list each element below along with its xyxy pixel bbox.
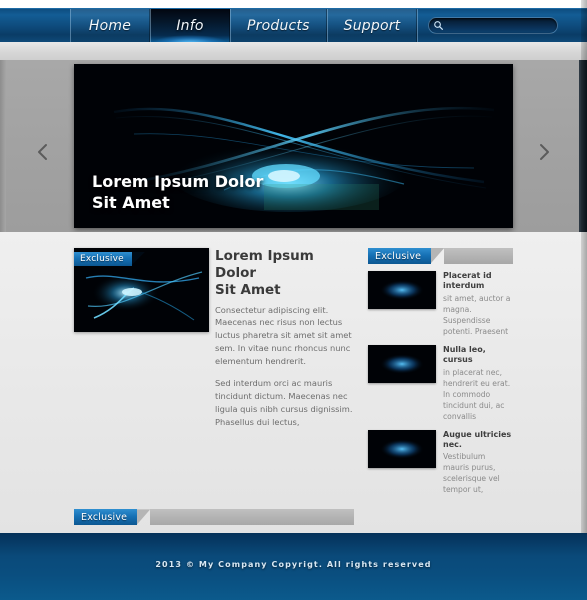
nav-item-products[interactable]: Products	[230, 9, 327, 42]
hero-title: Lorem Ipsum Dolor Sit Amet	[92, 171, 263, 214]
sidebar-ribbon: Exclusive	[368, 248, 513, 264]
feature-row: Exclusive Lorem Ipsum Dolor Sit Amet Con…	[74, 248, 513, 503]
feature-title-line1: Lorem Ipsum Dolor	[215, 248, 314, 281]
section-ribbon-label: Exclusive	[74, 509, 138, 526]
list-item[interactable]: Nulla leo, cursus in placerat nec, hendr…	[368, 344, 513, 422]
nav-item-support[interactable]: Support	[326, 9, 418, 42]
search-box[interactable]	[428, 17, 573, 34]
top-white-strip	[0, 0, 587, 8]
feature-title: Lorem Ipsum Dolor Sit Amet	[215, 248, 354, 299]
footer-copyright: 2013 © My Company Copyrigt. All rights r…	[155, 560, 432, 569]
feature-paragraph-1: Consectetur adipiscing elit. Maecenas ne…	[215, 304, 352, 367]
exclusive-badge: Exclusive	[74, 252, 145, 266]
sidebar-item-text: Augue ultricies nec. Vestibulum mauris p…	[443, 430, 513, 496]
page-root: Home Info Products Support Lorem Ipsum D…	[0, 0, 587, 600]
chevron-right-icon	[540, 144, 549, 160]
sidebar-ribbon-label: Exclusive	[368, 248, 432, 264]
hero-title-line1: Lorem Ipsum Dolor	[92, 171, 264, 191]
feature-thumbnail[interactable]: Exclusive	[74, 248, 209, 332]
slider-left-edge	[0, 60, 6, 232]
list-item[interactable]: Augue ultricies nec. Vestibulum mauris p…	[368, 429, 513, 496]
list-item[interactable]: Placerat id interdum sit amet, auctor a …	[368, 271, 513, 337]
sidebar-thumbnail[interactable]	[368, 344, 436, 383]
page-right-edge	[581, 0, 587, 533]
nav-shadow-band	[0, 42, 587, 60]
nav-left-spacer	[0, 9, 70, 42]
section-ribbon: Exclusive	[74, 509, 354, 526]
sidebar-item-title: Nulla leo, cursus	[443, 344, 486, 365]
exclusive-sidebar: Exclusive Placerat id interdum sit amet,…	[368, 248, 513, 503]
nav-item-info[interactable]: Info	[150, 9, 230, 42]
feature-paragraph-2: Sed interdum orci ac mauris tincidunt di…	[215, 377, 353, 427]
sidebar-item-title: Augue ultricies nec.	[443, 429, 512, 449]
search-icon	[434, 21, 444, 30]
main-navigation: Home Info Products Support	[0, 8, 587, 42]
section-ribbon-point	[136, 509, 151, 526]
nav-item-label: Support	[343, 17, 401, 34]
section-ribbon-rest	[150, 509, 354, 526]
sidebar-thumbnail[interactable]	[368, 429, 436, 468]
sidebar-item-body: sit amet, auctor a magna. Suspendisse po…	[443, 293, 511, 336]
main-content: Exclusive Lorem Ipsum Dolor Sit Amet Con…	[0, 232, 587, 600]
page-footer: 2013 © My Company Copyrigt. All rights r…	[0, 533, 587, 600]
sidebar-item-body: in placerat nec, hendrerit eu erat. In c…	[443, 367, 511, 421]
exclusive-badge-label: Exclusive	[74, 252, 132, 266]
chevron-left-icon	[38, 144, 47, 160]
sidebar-thumbnail[interactable]	[368, 271, 436, 309]
exclusive-badge-point	[130, 252, 145, 266]
sidebar-item-text: Placerat id interdum sit amet, auctor a …	[443, 271, 513, 337]
sidebar-item-title: Placerat id interdum	[443, 271, 492, 291]
hero-title-line2: Sit Amet	[92, 193, 170, 213]
slider-prev-button[interactable]	[32, 141, 54, 163]
hero-slide[interactable]: Lorem Ipsum Dolor Sit Amet	[74, 64, 513, 228]
sidebar-item-body: Vestibulum mauris purus, scelerisque vel…	[443, 452, 500, 495]
nav-item-label: Info	[176, 17, 204, 34]
search-input[interactable]	[444, 20, 573, 31]
nav-item-home[interactable]: Home	[70, 9, 150, 42]
feature-text-column: Lorem Ipsum Dolor Sit Amet Consectetur a…	[215, 248, 354, 428]
nav-item-label: Products	[247, 17, 310, 34]
slider-next-button[interactable]	[533, 141, 555, 163]
feature-title-line2: Sit Amet	[215, 281, 281, 298]
sidebar-ribbon-rest	[444, 248, 513, 264]
sidebar-ribbon-point	[430, 248, 445, 264]
nav-item-label: Home	[88, 17, 132, 34]
feature-article: Exclusive Lorem Ipsum Dolor Sit Amet Con…	[74, 248, 354, 503]
sidebar-item-text: Nulla leo, cursus in placerat nec, hendr…	[443, 345, 513, 422]
feature-body: Consectetur adipiscing elit. Maecenas ne…	[215, 304, 354, 429]
nav-search-cell	[417, 9, 587, 42]
